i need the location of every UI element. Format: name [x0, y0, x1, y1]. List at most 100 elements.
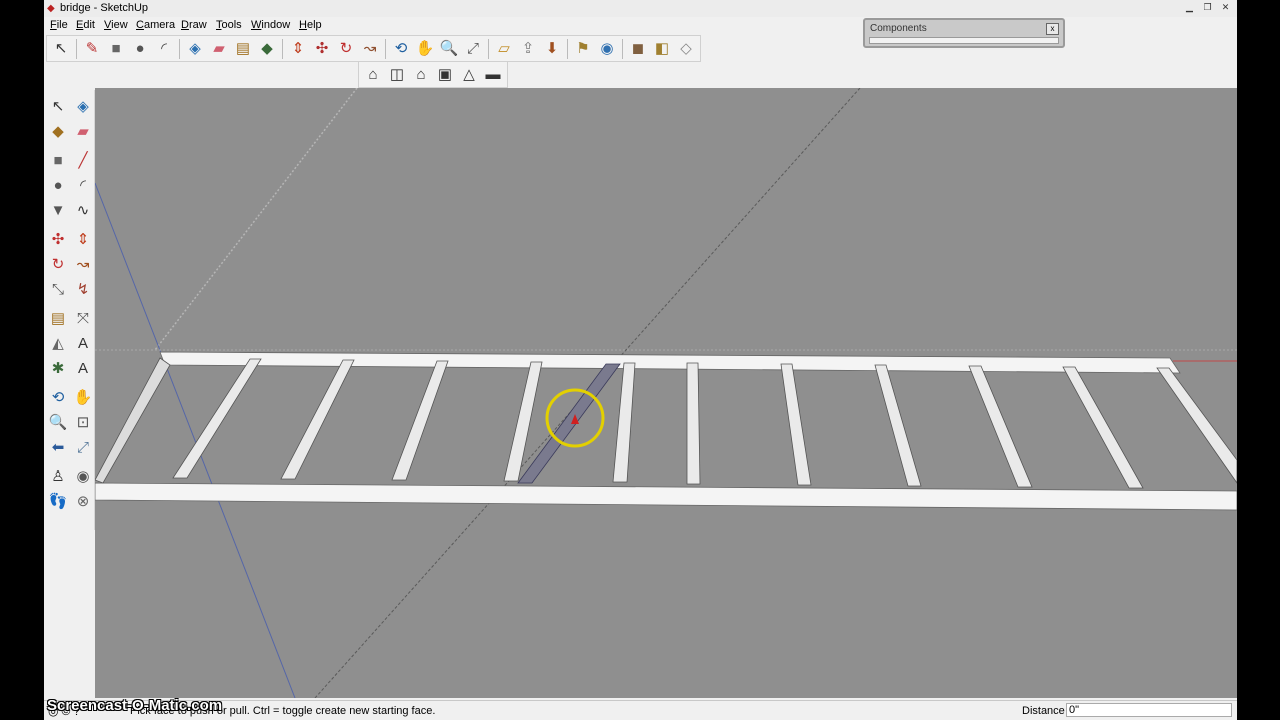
circle-tool[interactable]: ● [128, 38, 152, 60]
extension-warehouse-tool[interactable]: ◧ [650, 38, 674, 60]
walk-tool[interactable]: 👣 [46, 489, 70, 513]
drawing-viewport[interactable] [95, 88, 1237, 698]
zoom-tool[interactable]: 🔍 [46, 410, 70, 434]
zoom-window-tool[interactable]: ⊡ [71, 410, 95, 434]
eraser-tool[interactable]: ▰ [71, 119, 95, 143]
menu-edit[interactable]: Edit [76, 19, 95, 31]
menu-view[interactable]: View [104, 19, 128, 31]
components-panel[interactable]: Components x [863, 18, 1065, 48]
3d-text-tool[interactable]: A [71, 356, 95, 380]
select-tool[interactable]: ↖ [46, 94, 70, 118]
restore-icon[interactable]: ❐ [1200, 1, 1215, 14]
joist[interactable] [780, 363, 812, 486]
3d-warehouse-get-models[interactable]: ▱ [492, 38, 516, 60]
front-view[interactable]: ⌂ [409, 64, 433, 86]
measurements-box[interactable]: 0" [1066, 703, 1232, 717]
rotate-tool[interactable]: ↻ [46, 252, 70, 276]
section-plane-tool[interactable]: ⊗ [71, 489, 95, 513]
measurements-label: Distance [1022, 705, 1065, 717]
paint-bucket-tool[interactable]: ◆ [255, 38, 279, 60]
dimension-tool[interactable]: ⤧ [71, 306, 95, 330]
rectangle-tool[interactable]: ■ [46, 148, 70, 172]
menu-camera[interactable]: Camera [136, 19, 175, 31]
make-component-tool[interactable]: ◈ [71, 94, 95, 118]
place-model-tool[interactable]: ⬇ [540, 38, 564, 60]
arc-tool[interactable]: ◜ [71, 173, 95, 197]
toolbar-separator [488, 38, 489, 59]
push-pull-tool[interactable]: ⇕ [286, 38, 310, 60]
arc-tool[interactable]: ◜ [152, 38, 176, 60]
push-pull-tool[interactable]: ⇕ [71, 227, 95, 251]
3d-warehouse-share-model[interactable]: ⇪ [516, 38, 540, 60]
share-component-tool[interactable]: ◇ [674, 38, 698, 60]
protractor-tool[interactable]: ◭ [46, 331, 70, 355]
back-rail[interactable] [159, 351, 1181, 374]
move-tool[interactable]: ✣ [46, 227, 70, 251]
joist[interactable] [1062, 366, 1144, 489]
minimize-icon[interactable]: ▁ [1182, 1, 1197, 14]
move-tool[interactable]: ✣ [310, 38, 334, 60]
joist[interactable] [968, 365, 1033, 488]
tape-measure-tool[interactable]: ▤ [46, 306, 70, 330]
eraser-tool[interactable]: ▰ [207, 38, 231, 60]
zoom-tool[interactable]: 🔍 [437, 38, 461, 60]
pan-tool[interactable]: ✋ [413, 38, 437, 60]
position-camera-tool[interactable]: ♙ [46, 464, 70, 488]
joist[interactable] [686, 362, 701, 485]
scale-tool[interactable]: ⤡ [46, 277, 70, 301]
pencil-line-tool[interactable]: ✎ [80, 38, 104, 60]
toolbar-gap [46, 460, 95, 463]
orbit-tool[interactable]: ⟲ [389, 38, 413, 60]
status-bar: ◎ © ? Pick face to push or pull. Ctrl = … [44, 700, 1237, 720]
previous-view-tool[interactable]: ⬅ [46, 435, 70, 459]
joist[interactable] [280, 359, 355, 480]
joist[interactable] [612, 362, 636, 483]
menu-tools[interactable]: Tools [216, 19, 242, 31]
follow-me-tool[interactable]: ↝ [71, 252, 95, 276]
zoom-extents-tool[interactable]: ⤢ [71, 435, 95, 459]
orbit-tool[interactable]: ⟲ [46, 385, 70, 409]
menu-help[interactable]: Help [299, 19, 322, 31]
title-bar: ◆ bridge - SketchUp ▁ ❐ ✕ [44, 0, 1237, 18]
text-tool[interactable]: A [71, 331, 95, 355]
rotate-tool[interactable]: ↻ [334, 38, 358, 60]
close-icon[interactable]: ✕ [1218, 1, 1233, 14]
top-view[interactable]: ◫ [385, 64, 409, 86]
circle-tool[interactable]: ● [46, 173, 70, 197]
google-earth-toggle[interactable]: ◉ [595, 38, 619, 60]
select-tool[interactable]: ↖ [49, 38, 73, 60]
screencast-watermark: Screencast-O-Matic.com [47, 697, 223, 714]
freehand-tool[interactable]: ∿ [71, 198, 95, 222]
right-view[interactable]: ▣ [433, 64, 457, 86]
model-canvas[interactable] [95, 88, 1237, 698]
polygon-tool[interactable]: ▼ [46, 198, 70, 222]
line-tool[interactable]: ╱ [71, 148, 95, 172]
left-view[interactable]: ▬ [481, 64, 505, 86]
follow-me-tool[interactable]: ↝ [358, 38, 382, 60]
component-library-tool[interactable]: ◼ [626, 38, 650, 60]
offset-tool[interactable]: ↯ [71, 277, 95, 301]
toolbar-gap [46, 144, 95, 147]
paint-bucket-tool[interactable]: ◆ [46, 119, 70, 143]
toolbar-separator [622, 38, 623, 59]
back-view[interactable]: △ [457, 64, 481, 86]
components-panel-title[interactable]: Components [870, 23, 927, 34]
menu-file[interactable]: File [50, 19, 68, 31]
zoom-extents-tool[interactable]: ⤢ [461, 38, 485, 60]
rectangle-tool[interactable]: ■ [104, 38, 128, 60]
tape-measure-tool[interactable]: ▤ [231, 38, 255, 60]
joist[interactable] [874, 364, 922, 487]
front-rail[interactable] [95, 482, 1237, 511]
menu-window[interactable]: Window [251, 19, 290, 31]
joist[interactable] [1156, 367, 1237, 484]
axes-tool[interactable]: ✱ [46, 356, 70, 380]
pan-tool[interactable]: ✋ [71, 385, 95, 409]
menu-draw[interactable]: Draw [181, 19, 207, 31]
joist[interactable] [391, 360, 449, 481]
get-current-view-tool[interactable]: ⚑ [571, 38, 595, 60]
iso-view[interactable]: ⌂ [361, 64, 385, 86]
close-icon[interactable]: x [1046, 23, 1059, 35]
joist[interactable] [95, 357, 171, 484]
look-around-tool[interactable]: ◉ [71, 464, 95, 488]
make-component-tool[interactable]: ◈ [183, 38, 207, 60]
